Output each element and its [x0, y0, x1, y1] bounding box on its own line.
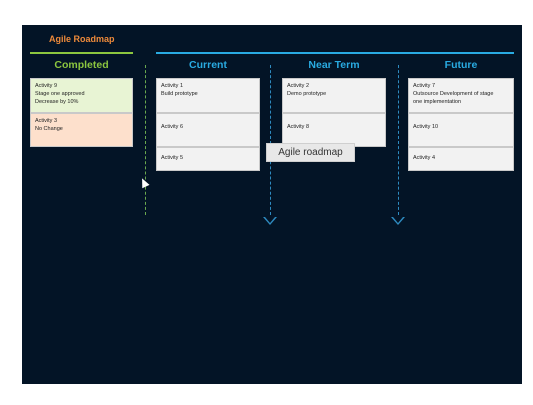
- arrow-down-icon-inner: [265, 217, 275, 223]
- divider-current-near: [270, 65, 271, 215]
- column-completed-header: Completed: [54, 59, 109, 71]
- divider-near-future: [398, 65, 399, 215]
- card-line: Activity 5: [161, 155, 184, 161]
- card-line: Activity 1: [161, 83, 184, 89]
- slide-title: Agile Roadmap: [49, 34, 115, 44]
- card-line: one implementation: [413, 99, 462, 105]
- column-near-term-header: Near Term: [308, 59, 360, 71]
- activity-card[interactable]: Activity 1 Build prototype: [156, 78, 260, 113]
- activity-card[interactable]: Activity 7 Outsource Development of stag…: [408, 78, 514, 113]
- card-line: Demo prototype: [287, 91, 327, 97]
- activity-card[interactable]: Activity 2 Demo prototype: [282, 78, 386, 113]
- card-line: Decrease by 10%: [35, 99, 79, 105]
- arrow-down-icon-inner: [393, 217, 403, 223]
- card-line: Activity 4: [413, 155, 436, 161]
- divider-completed-current: [145, 65, 146, 215]
- card-line: Activity 9: [35, 83, 58, 89]
- activity-card[interactable]: Activity 10: [408, 113, 514, 147]
- card-line: Outsource Development of stage: [413, 91, 494, 97]
- card-line: Activity 2: [287, 83, 310, 89]
- activity-card[interactable]: Activity 5: [156, 147, 260, 171]
- upcoming-rule: [156, 52, 514, 54]
- slide-tooltip: Agile roadmap: [266, 143, 355, 162]
- card-line: Activity 6: [161, 124, 184, 130]
- activity-card[interactable]: Activity 9 Stage one approved Decrease b…: [30, 78, 133, 113]
- card-line: Activity 3: [35, 118, 58, 124]
- card-line: Activity 8: [287, 124, 310, 130]
- completed-rule: [30, 52, 133, 54]
- card-line: Activity 7: [413, 83, 436, 89]
- activity-card[interactable]: Activity 8: [282, 113, 386, 147]
- activity-card[interactable]: Activity 4: [408, 147, 514, 171]
- activity-card[interactable]: Activity 3 No Change: [30, 113, 133, 147]
- activity-card[interactable]: Activity 6: [156, 113, 260, 147]
- card-line: Build prototype: [161, 91, 198, 97]
- card-line: Stage one approved: [35, 91, 85, 97]
- column-current-header: Current: [189, 59, 227, 71]
- roadmap-slide: Agile Roadmap Completed Current Near Ter…: [22, 25, 522, 384]
- card-line: Activity 10: [413, 124, 439, 130]
- card-line: No Change: [35, 126, 63, 132]
- column-future-header: Future: [444, 59, 478, 71]
